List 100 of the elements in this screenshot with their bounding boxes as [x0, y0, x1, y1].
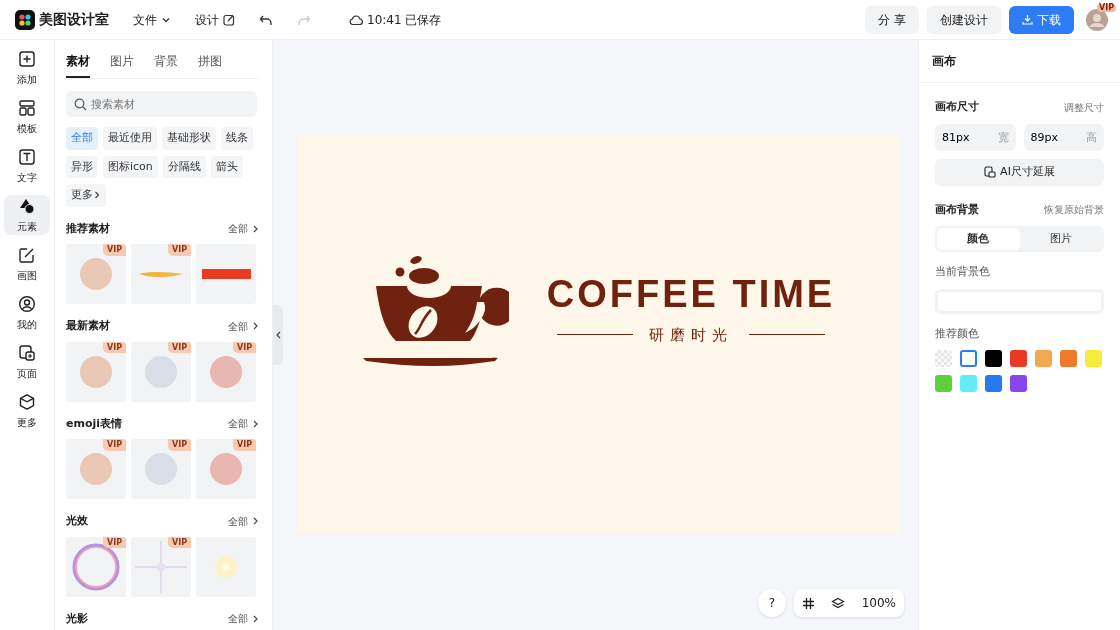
photo-placeholder [80, 355, 112, 388]
color-swatch[interactable] [1060, 350, 1077, 367]
photo-placeholder [145, 453, 177, 485]
filter-chip[interactable]: 更多 [66, 184, 106, 207]
color-swatch[interactable] [985, 375, 1002, 392]
chevron-right-icon [252, 516, 259, 527]
chevron-right-icon [252, 613, 259, 624]
avatar[interactable] [1086, 8, 1108, 31]
save-status: 10:41 已保存 [367, 11, 442, 29]
chevron-right-icon [252, 223, 259, 234]
asset-thumbnail[interactable]: VIP [66, 439, 126, 499]
asset-thumbnail[interactable]: VIP [131, 341, 191, 402]
text-link[interactable]: 调整尺寸 [1064, 99, 1104, 115]
menu-button[interactable]: 文件 [133, 10, 171, 29]
transparent-swatch[interactable] [935, 350, 952, 367]
color-swatch[interactable] [985, 350, 1002, 367]
brush-stroke-drawing [139, 271, 183, 277]
filter-chip[interactable]: 线条 [221, 127, 253, 150]
toolbar-button[interactable]: 分 享 [865, 5, 919, 34]
chevron-left-icon [274, 330, 282, 340]
toolbar-button[interactable]: 创建设计 [927, 5, 1001, 34]
filter-chip[interactable]: 箭头 [210, 155, 243, 178]
rail-item[interactable]: 模板 [4, 97, 50, 137]
collapse-handle[interactable] [273, 305, 283, 365]
filter-chip[interactable]: 图标icon [103, 155, 158, 178]
see-all-link[interactable]: 全部 [228, 318, 259, 334]
vip-badge: VIP [102, 536, 126, 549]
panel-tab[interactable]: 图片 [110, 48, 134, 78]
field-label: 当前背景色 [935, 264, 991, 280]
color-swatch[interactable] [1010, 350, 1027, 367]
filter-chip[interactable]: 全部 [66, 127, 98, 150]
see-all-link[interactable]: 全部 [228, 416, 259, 432]
layout-icon [18, 98, 36, 117]
grid-icon[interactable] [802, 596, 815, 610]
rail-item[interactable]: 元素 [4, 195, 50, 235]
color-swatch[interactable] [1010, 375, 1027, 392]
page-add-icon [18, 343, 36, 362]
text-icon [18, 147, 36, 166]
search-field[interactable]: 搜索素材 [66, 91, 257, 117]
color-swatch[interactable] [1035, 350, 1052, 367]
rectangle-drawing [201, 269, 251, 279]
section-title: 光影 [66, 610, 88, 627]
rail-item[interactable]: 页面 [4, 342, 50, 382]
vip-badge: VIP [232, 341, 256, 354]
filter-chip[interactable]: 最近使用 [103, 127, 157, 150]
segment-tab[interactable]: 颜色 [937, 228, 1020, 250]
photo-placeholder [210, 355, 242, 388]
asset-thumbnail[interactable] [196, 244, 256, 304]
unit-label: 宽 [997, 129, 1009, 146]
photo-placeholder [80, 258, 112, 290]
edit-icon [223, 13, 235, 26]
panel-tab[interactable]: 素材 [66, 48, 90, 78]
vip-badge: VIP [167, 439, 191, 451]
color-swatch[interactable] [1085, 350, 1102, 367]
panel-tab[interactable]: 拼图 [198, 48, 222, 78]
section-title: 推荐素材 [66, 220, 110, 237]
vip-badge: VIP [102, 439, 126, 451]
menu-button[interactable]: 设计 [195, 10, 235, 29]
rail-item[interactable]: 更多 [4, 391, 50, 431]
section-title: emoji表情 [66, 415, 123, 432]
color-swatch[interactable] [960, 350, 977, 367]
logo-subtitle: 研磨时光 [649, 324, 733, 346]
asset-thumbnail[interactable]: VIP [66, 341, 126, 402]
see-all-link[interactable]: 全部 [228, 611, 259, 627]
section-label: 画布尺寸 [935, 99, 979, 115]
ai-extend-button[interactable]: AI尺寸延展 [935, 158, 1104, 186]
asset-thumbnail[interactable]: VIP [131, 536, 191, 597]
filter-chip[interactable]: 异形 [66, 155, 98, 178]
text-link[interactable]: 恢复原始背景 [1044, 202, 1104, 218]
vip-badge: VIP [167, 536, 191, 549]
field-label: 推荐颜色 [935, 325, 980, 342]
rail-item[interactable]: 添加 [4, 48, 50, 88]
user-icon [18, 294, 36, 313]
vip-badge: VIP [1096, 3, 1116, 13]
filter-chip[interactable]: 基础形状 [162, 127, 216, 150]
rail-item[interactable]: 文字 [4, 146, 50, 186]
color-swatch[interactable] [960, 375, 977, 392]
vip-badge: VIP [167, 341, 191, 354]
asset-thumbnail[interactable] [196, 536, 256, 597]
asset-thumbnail[interactable]: VIP [66, 244, 126, 304]
see-all-link[interactable]: 全部 [228, 221, 259, 237]
asset-thumbnail[interactable]: VIP [131, 439, 191, 499]
filter-chip[interactable]: 分隔线 [162, 155, 206, 178]
color-swatch[interactable] [935, 375, 952, 392]
download-button[interactable]: 下载 [1009, 5, 1074, 34]
panel-tab[interactable]: 背景 [154, 48, 178, 78]
asset-thumbnail[interactable]: VIP [66, 536, 126, 597]
panel-title: 画布 [919, 40, 1120, 83]
asset-thumbnail[interactable]: VIP [196, 341, 256, 402]
section-label: 画布背景 [935, 201, 979, 218]
asset-thumbnail[interactable]: VIP [196, 439, 256, 499]
see-all-link[interactable]: 全部 [228, 513, 259, 529]
asset-thumbnail[interactable]: VIP [131, 244, 191, 304]
rail-item[interactable]: 我的 [4, 293, 50, 333]
help-button[interactable]: ? [758, 589, 786, 617]
app-name: 美图设计室 [39, 10, 109, 29]
segment-tab[interactable]: 图片 [1019, 228, 1102, 250]
photo-placeholder [210, 453, 242, 485]
layers-icon[interactable] [831, 596, 845, 610]
rail-item[interactable]: 画图 [4, 244, 50, 284]
